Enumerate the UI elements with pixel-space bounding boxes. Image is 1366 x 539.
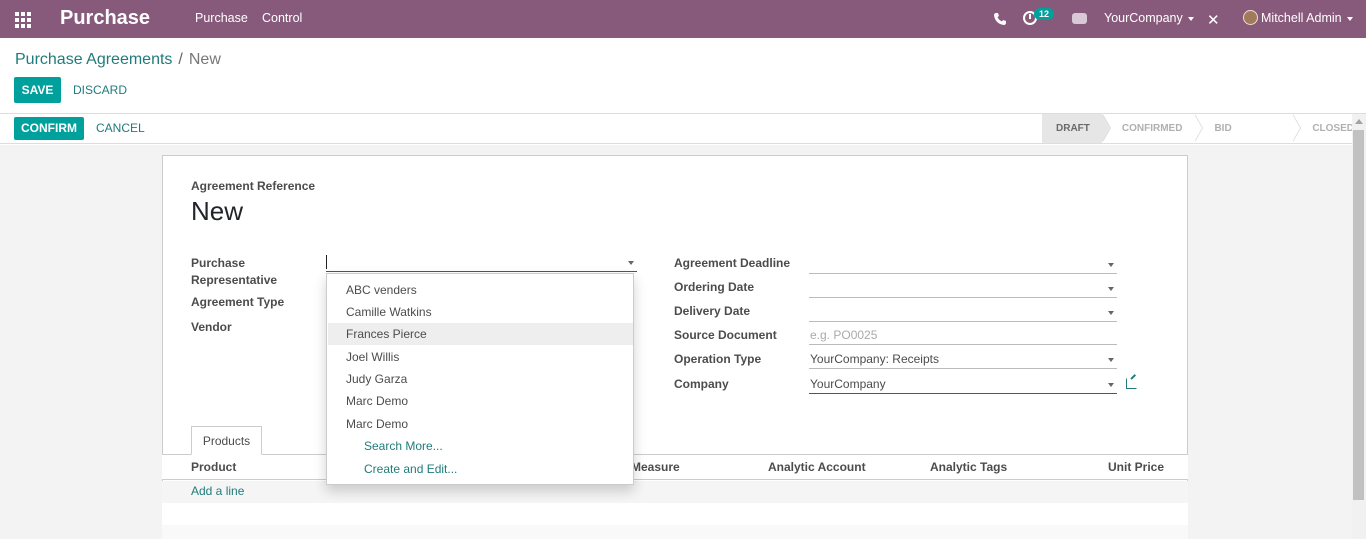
- company-value: YourCompany: [810, 377, 886, 391]
- debug-icon[interactable]: ✕: [1207, 11, 1220, 29]
- dropdown-option[interactable]: Marc Demo: [328, 390, 633, 412]
- scroll-up-icon[interactable]: [1355, 119, 1363, 124]
- vendor-label: Vendor: [191, 320, 232, 334]
- column-unit-price[interactable]: Unit Price: [1108, 460, 1164, 474]
- menu-control[interactable]: Control: [262, 11, 302, 25]
- operation-type-label: Operation Type: [674, 352, 762, 366]
- discard-button[interactable]: DISCARD: [73, 83, 127, 97]
- chevron-down-icon[interactable]: [1108, 358, 1114, 362]
- column-analytic-account[interactable]: Analytic Account: [768, 460, 866, 474]
- ordering-date-input[interactable]: [809, 279, 1117, 298]
- company-switcher[interactable]: YourCompany: [1104, 11, 1194, 25]
- purchase-representative-label-line1: Purchase: [191, 256, 246, 270]
- activity-count-badge: 12: [1034, 8, 1055, 20]
- company-label: Company: [674, 377, 729, 391]
- purchase-representative-label-line2: Representative: [191, 273, 278, 287]
- confirm-button[interactable]: CONFIRM: [14, 117, 84, 140]
- user-name: Mitchell Admin: [1261, 11, 1342, 25]
- operation-type-value: YourCompany: Receipts: [810, 352, 939, 366]
- scrollbar-thumb[interactable]: [1353, 130, 1364, 500]
- chevron-down-icon[interactable]: [628, 261, 634, 265]
- search-more-option[interactable]: Search More...: [328, 435, 633, 457]
- create-and-edit-option[interactable]: Create and Edit...: [328, 458, 633, 480]
- apps-icon[interactable]: [15, 12, 31, 28]
- chevron-down-icon: [1187, 16, 1194, 21]
- cancel-button[interactable]: CANCEL: [96, 121, 145, 135]
- app-name: Purchase: [60, 7, 151, 29]
- source-document-placeholder: e.g. PO0025: [810, 328, 878, 342]
- purchase-representative-input[interactable]: [326, 253, 637, 272]
- status-bar: CONFIRM CANCEL DRAFT CONFIRMED BID SELEC…: [0, 114, 1366, 163]
- source-document-input[interactable]: e.g. PO0025: [809, 326, 1117, 345]
- breadcrumb-parent[interactable]: Purchase Agreements: [15, 51, 172, 68]
- menu-purchase[interactable]: Purchase: [195, 11, 248, 25]
- stage-pipeline: DRAFT CONFIRMED BID SELECTION CLOSED: [1042, 114, 1366, 163]
- delivery-date-input[interactable]: [809, 303, 1117, 322]
- user-menu[interactable]: Mitchell Admin: [1261, 11, 1353, 25]
- breadcrumb-separator: /: [178, 51, 183, 68]
- breadcrumb: Purchase Agreements / New: [15, 51, 221, 69]
- table-header: Product Measure Analytic Account Analyti…: [162, 455, 1188, 480]
- table-row: [162, 525, 1188, 539]
- text-cursor: [326, 255, 327, 269]
- external-link-icon[interactable]: [1126, 378, 1137, 389]
- stage-bid-selection[interactable]: BID SELECTION: [1194, 114, 1302, 163]
- dropdown-option[interactable]: ABC venders: [328, 279, 633, 301]
- top-navbar: Purchase Purchase Control 12 YourCompany…: [0, 0, 1366, 38]
- dropdown-option[interactable]: Joel Willis: [328, 346, 633, 368]
- chat-icon[interactable]: [1072, 13, 1087, 24]
- column-analytic-tags[interactable]: Analytic Tags: [930, 460, 1007, 474]
- delivery-date-label: Delivery Date: [674, 304, 751, 318]
- dropdown-option[interactable]: Judy Garza: [328, 368, 633, 390]
- agreement-deadline-input[interactable]: [809, 255, 1117, 274]
- agreement-reference-value: New: [191, 196, 244, 226]
- company-switcher-label: YourCompany: [1104, 11, 1183, 25]
- breadcrumb-current: New: [188, 51, 221, 68]
- tab-products[interactable]: Products: [191, 426, 262, 455]
- ordering-date-label: Ordering Date: [674, 280, 755, 294]
- operation-type-input[interactable]: YourCompany: Receipts: [809, 350, 1117, 369]
- table-row: [162, 503, 1188, 525]
- representative-dropdown: ABC venders Camille Watkins Frances Pier…: [326, 273, 634, 485]
- stage-draft[interactable]: DRAFT: [1042, 114, 1111, 143]
- agreement-deadline-label: Agreement Deadline: [674, 256, 791, 270]
- agreement-type-label: Agreement Type: [191, 295, 285, 309]
- company-input[interactable]: YourCompany: [809, 375, 1117, 394]
- column-product[interactable]: Product: [191, 460, 236, 474]
- chevron-down-icon[interactable]: [1108, 383, 1114, 387]
- agreement-reference-label: Agreement Reference: [191, 179, 316, 193]
- phone-icon[interactable]: [993, 12, 1007, 26]
- chevron-down-icon: [1346, 16, 1353, 21]
- chevron-down-icon[interactable]: [1108, 287, 1114, 291]
- save-button[interactable]: SAVE: [14, 77, 61, 103]
- column-measure[interactable]: Measure: [631, 460, 680, 474]
- avatar[interactable]: [1243, 10, 1258, 25]
- dropdown-option-highlighted[interactable]: Frances Pierce: [328, 323, 633, 345]
- add-line-link[interactable]: Add a line: [191, 484, 244, 498]
- dropdown-option[interactable]: Camille Watkins: [328, 301, 633, 323]
- dropdown-option[interactable]: Marc Demo: [328, 413, 633, 435]
- chevron-down-icon[interactable]: [1108, 311, 1114, 315]
- table-row: [162, 481, 1188, 503]
- source-document-label: Source Document: [674, 328, 777, 342]
- stage-confirmed[interactable]: CONFIRMED: [1102, 114, 1203, 143]
- chevron-down-icon[interactable]: [1108, 263, 1114, 267]
